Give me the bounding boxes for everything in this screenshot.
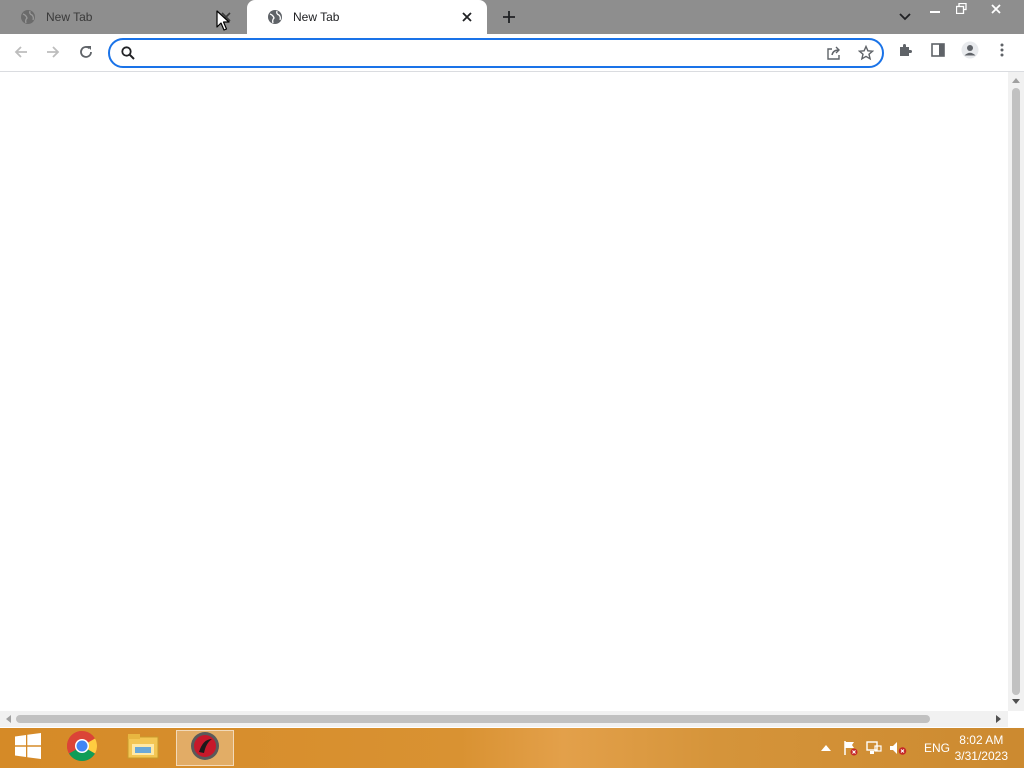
tab-close-icon[interactable] [459,9,475,25]
restore-button[interactable] [948,0,974,17]
clock-time: 8:02 AM [959,733,1004,747]
tab-search-chevron-icon[interactable] [895,8,915,26]
volume-muted-icon[interactable] [889,740,907,756]
taskbar-chrome[interactable] [54,730,110,766]
window-close-button[interactable] [974,0,1018,17]
vertical-scroll-thumb[interactable] [1012,88,1020,695]
side-panel-icon [930,42,946,63]
windows-logo-icon [14,732,42,765]
back-button[interactable] [9,40,33,64]
taskbar-file-explorer[interactable] [115,730,171,766]
globe-icon [267,9,283,25]
profile-button[interactable] [958,40,982,64]
tab-new-tab-1[interactable]: New Tab [0,0,246,34]
tab-strip: New Tab New Tab [0,0,1024,34]
forward-button[interactable] [41,40,65,64]
network-icon[interactable] [865,740,883,756]
bookmark-star-icon[interactable] [857,44,875,62]
tab-new-tab-2[interactable]: New Tab [247,0,487,34]
horizontal-scroll-thumb[interactable] [16,715,930,723]
input-language[interactable]: ENG [924,741,950,755]
scroll-left-icon[interactable] [5,715,11,723]
browser-toolbar [0,34,1024,72]
tab-title: New Tab [293,10,340,24]
mouse-cursor-icon [216,10,230,31]
folder-icon [127,732,159,765]
search-icon [120,45,136,61]
share-icon[interactable] [825,44,843,62]
action-center-flag-icon[interactable] [841,740,859,756]
tab-title: New Tab [46,10,93,24]
address-bar[interactable] [108,38,884,68]
puzzle-icon [898,42,914,63]
start-button[interactable] [0,730,56,766]
minimize-button[interactable] [922,0,948,17]
window-controls [922,0,1018,18]
app-icon [190,731,220,766]
vertical-scrollbar[interactable] [1008,72,1024,711]
system-tray: ENG [814,728,950,768]
more-vertical-icon [1000,43,1004,62]
globe-icon [20,9,36,25]
chrome-icon [66,730,98,767]
taskbar: ENG 8:02 AM 3/31/2023 [0,728,1024,768]
reload-button[interactable] [74,40,98,64]
scroll-down-icon[interactable] [1012,699,1020,705]
page-content [0,72,1008,711]
clock-date: 3/31/2023 [954,749,1008,763]
scrollbar-corner [1008,711,1024,727]
extensions-button[interactable] [894,40,918,64]
scroll-right-icon[interactable] [996,715,1002,723]
new-tab-button[interactable] [499,7,519,27]
menu-button[interactable] [990,40,1014,64]
side-panel-button[interactable] [926,40,950,64]
show-hidden-icons-arrow-icon[interactable] [817,740,835,756]
address-input[interactable] [144,43,808,65]
taskbar-app-active[interactable] [176,730,234,766]
profile-avatar-icon [961,41,979,64]
horizontal-scrollbar[interactable] [0,711,1008,727]
scroll-up-icon[interactable] [1012,77,1020,83]
clock[interactable]: 8:02 AM 3/31/2023 [955,732,1008,764]
